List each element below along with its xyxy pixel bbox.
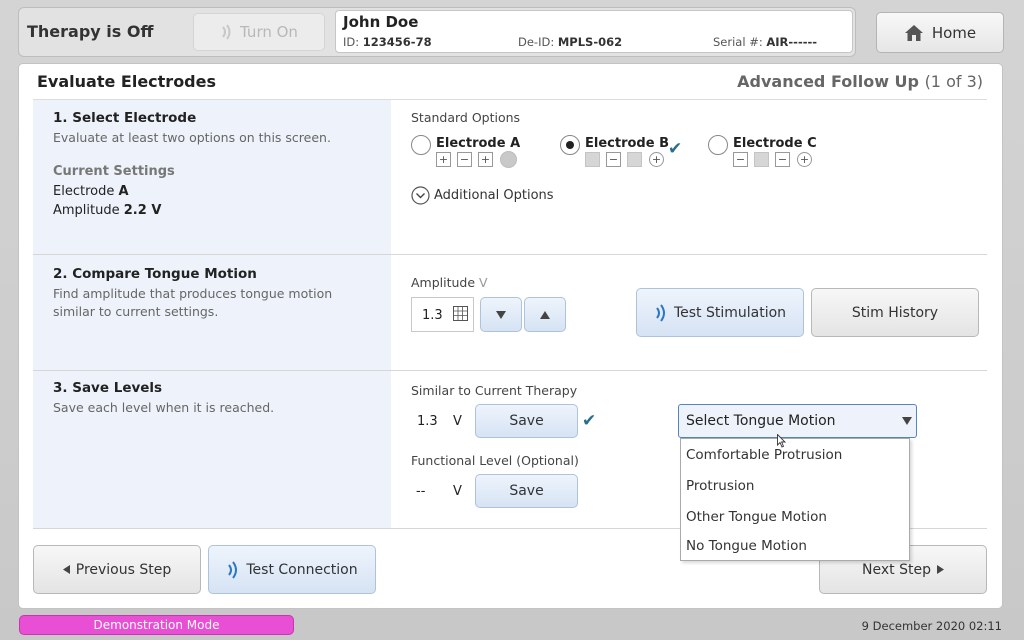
patient-deid: De-ID: MPLS-062	[518, 35, 623, 49]
step-counter: (1 of 3)	[924, 72, 983, 91]
home-icon	[904, 24, 923, 41]
electrode-c-label[interactable]: Electrode C	[733, 136, 817, 151]
datetime: 9 December 2020 02:11	[861, 619, 1002, 633]
electrode-b-contact-2: −	[606, 152, 621, 167]
tongue-option-comfortable-protrusion[interactable]: Comfortable Protrusion	[686, 447, 842, 463]
test-connection-button[interactable]: Test Connection	[208, 545, 376, 594]
wireless-signal-icon	[228, 560, 238, 579]
triangle-left-icon	[62, 565, 70, 574]
test-connection-label: Test Connection	[246, 561, 358, 578]
save-functional-button[interactable]: Save	[475, 474, 578, 508]
additional-options-label: Additional Options	[434, 188, 554, 203]
previous-step-label: Previous Step	[75, 561, 172, 578]
step1-title: 1. Select Electrode	[53, 110, 197, 126]
similar-saved-checkmark-icon: ✔	[582, 411, 597, 431]
tongue-option-none[interactable]: No Tongue Motion	[686, 538, 807, 554]
step3-desc: Save each level when it is reached.	[53, 400, 275, 415]
tongue-motion-options: Comfortable Protrusion Protrusion Other …	[680, 438, 910, 561]
electrode-a-label[interactable]: Electrode A	[436, 136, 520, 151]
previous-step-button[interactable]: Previous Step	[33, 545, 201, 594]
tongue-motion-select-label: Select Tongue Motion	[686, 413, 836, 429]
stim-history-button[interactable]: Stim History	[811, 288, 979, 337]
electrode-c-contact-3: −	[775, 152, 790, 167]
electrode-a-radio[interactable]	[411, 135, 431, 155]
electrode-a-contact-4	[500, 151, 517, 168]
functional-level-label: Functional Level (Optional)	[411, 453, 579, 468]
electrode-b-contact-4: +	[649, 152, 664, 167]
step2-desc: Find amplitude that produces tongue moti…	[53, 286, 333, 319]
step1-desc: Evaluate at least two options on this sc…	[53, 130, 331, 145]
similar-therapy-value: 1.3 V	[417, 414, 462, 429]
tongue-motion-select[interactable]: Select Tongue Motion	[678, 404, 917, 438]
electrode-a-contact-2: −	[457, 152, 472, 167]
electrode-a-contact-3: +	[478, 152, 493, 167]
device-serial: Serial #: AIR------	[713, 35, 818, 49]
patient-id: ID: 123456-78	[343, 35, 432, 49]
current-settings-title: Current Settings	[53, 164, 175, 179]
step3-title: 3. Save Levels	[53, 380, 163, 396]
test-stimulation-button[interactable]: Test Stimulation	[636, 288, 804, 337]
therapy-status: Therapy is Off	[27, 22, 154, 41]
similar-therapy-label: Similar to Current Therapy	[411, 383, 578, 398]
next-step-label: Next Step	[862, 561, 931, 578]
electrode-b-contact-3	[627, 152, 642, 167]
electrode-b-label[interactable]: Electrode B	[585, 136, 669, 151]
triangle-right-icon	[936, 565, 944, 574]
standard-options-label: Standard Options	[411, 110, 521, 125]
test-stimulation-label: Test Stimulation	[673, 304, 787, 321]
wireless-signal-icon	[222, 24, 231, 40]
electrode-a-contact-1: +	[436, 152, 451, 167]
electrode-b-contact-1	[585, 152, 600, 167]
save-similar-button[interactable]: Save	[475, 404, 578, 438]
step2-title: 2. Compare Tongue Motion	[53, 266, 257, 282]
patient-name: John Doe	[343, 13, 419, 31]
electrode-c-radio[interactable]	[708, 135, 728, 155]
triangle-up-icon	[540, 310, 550, 319]
electrode-c-contact-4: +	[797, 152, 812, 167]
amplitude-decrease-button[interactable]	[480, 297, 522, 332]
mouse-cursor-icon	[777, 434, 787, 448]
amplitude-value: 1.3	[422, 308, 443, 323]
electrode-c-contact-1: −	[733, 152, 748, 167]
tongue-option-protrusion[interactable]: Protrusion	[686, 478, 754, 494]
demo-mode-badge: Demonstration Mode	[19, 615, 294, 635]
current-amplitude: Amplitude 2.2 V	[53, 203, 162, 218]
section-divider	[33, 254, 987, 255]
electrode-b-radio[interactable]	[560, 135, 580, 155]
wireless-signal-icon	[656, 303, 665, 322]
amplitude-increase-button[interactable]	[524, 297, 566, 332]
stim-history-label: Stim History	[851, 304, 939, 321]
additional-options-toggle[interactable]: Additional Options	[411, 186, 554, 205]
save-functional-label: Save	[509, 483, 544, 499]
electrode-b-checkmark-icon: ✔	[668, 139, 683, 159]
current-electrode: Electrode A	[53, 184, 129, 199]
home-button[interactable]: Home	[876, 12, 1004, 53]
followup-progress: Advanced Follow Up (1 of 3)	[737, 72, 983, 91]
page-title: Evaluate Electrodes	[37, 72, 217, 91]
turn-on-button[interactable]: Turn On	[193, 13, 325, 51]
functional-level-value: -- V	[416, 484, 462, 499]
home-label: Home	[931, 23, 977, 42]
dropdown-arrow-icon	[902, 417, 912, 425]
triangle-down-icon	[496, 310, 506, 319]
section-divider	[33, 370, 987, 371]
chevron-down-circle-icon	[411, 186, 430, 205]
amplitude-input[interactable]: 1.3	[411, 297, 474, 332]
save-similar-label: Save	[509, 413, 544, 429]
tongue-option-other[interactable]: Other Tongue Motion	[686, 509, 827, 525]
electrode-c-contact-2	[754, 152, 769, 167]
amplitude-label: Amplitude V	[411, 275, 488, 290]
keypad-icon[interactable]	[453, 306, 468, 321]
turn-on-label: Turn On	[240, 23, 298, 41]
